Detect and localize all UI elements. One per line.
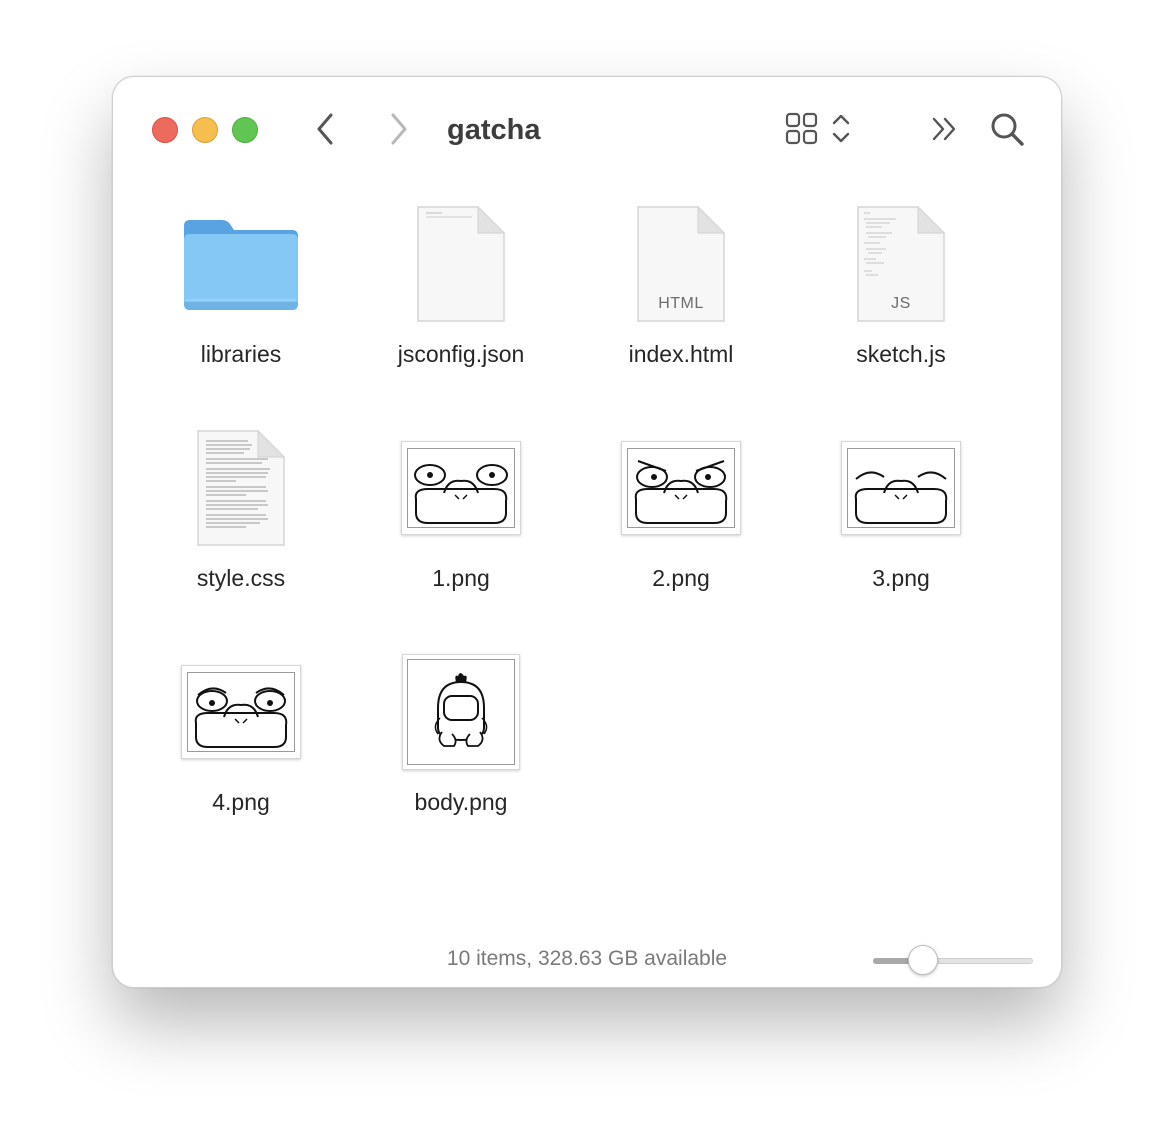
chevron-left-icon <box>317 113 333 145</box>
file-name: sketch.js <box>856 341 946 367</box>
file-name: jsconfig.json <box>397 341 525 367</box>
file-name: 1.png <box>432 565 490 591</box>
folder-icon <box>141 189 341 339</box>
file-item[interactable]: body.png <box>361 637 561 837</box>
file-item[interactable]: style.css <box>141 413 341 613</box>
zoom-button[interactable] <box>232 117 258 143</box>
file-item[interactable]: jsconfig.json <box>361 189 561 389</box>
image-thumbnail <box>581 413 781 563</box>
html-document-icon: HTML <box>581 189 781 339</box>
file-item[interactable]: HTML index.html <box>581 189 781 389</box>
file-item[interactable]: 3.png <box>801 413 1001 613</box>
document-icon <box>361 189 561 339</box>
text-document-icon <box>141 413 341 563</box>
window-title: gatcha <box>447 114 541 146</box>
file-item[interactable]: libraries <box>141 189 341 389</box>
file-item[interactable]: 1.png <box>361 413 561 613</box>
file-name: 4.png <box>212 789 270 815</box>
js-document-icon: JS <box>801 189 1001 339</box>
grid-view-icon <box>785 112 850 145</box>
file-type-tag: HTML <box>658 295 704 312</box>
finder-window: gatcha libraries jsconfig.json HTML inde… <box>112 76 1062 988</box>
image-thumbnail <box>141 637 341 787</box>
chevron-right-icon <box>391 113 407 145</box>
magnifier-icon <box>991 113 1024 146</box>
file-name: index.html <box>628 341 734 367</box>
file-name: style.css <box>196 565 286 591</box>
back-button[interactable] <box>311 111 341 152</box>
image-thumbnail <box>361 637 561 787</box>
image-thumbnail <box>361 413 561 563</box>
forward-button[interactable] <box>383 111 413 152</box>
more-toolbar-button[interactable] <box>929 113 961 150</box>
file-name: body.png <box>414 789 508 815</box>
minimize-button[interactable] <box>192 117 218 143</box>
file-item[interactable]: JS sketch.js <box>801 189 1001 389</box>
file-type-tag: JS <box>891 295 911 312</box>
file-item[interactable]: 2.png <box>581 413 781 613</box>
close-button[interactable] <box>152 117 178 143</box>
file-name: 3.png <box>872 565 930 591</box>
file-name: 2.png <box>652 565 710 591</box>
image-thumbnail <box>801 413 1001 563</box>
icon-size-slider-knob[interactable] <box>908 945 939 975</box>
file-item[interactable]: 4.png <box>141 637 341 837</box>
view-options-button[interactable] <box>785 111 861 152</box>
double-chevron-right-icon <box>932 117 956 141</box>
search-button[interactable] <box>989 111 1025 152</box>
file-name: libraries <box>200 341 282 367</box>
